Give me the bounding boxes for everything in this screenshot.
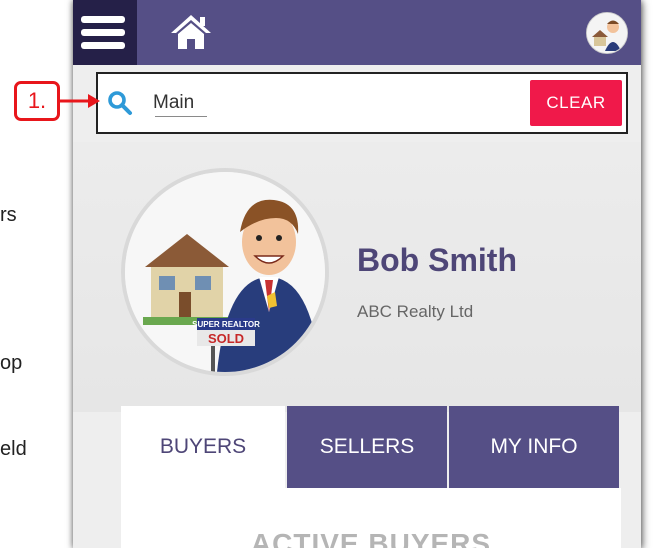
tab-content: ACTIVE BUYERS — [121, 488, 621, 548]
tab-buyers[interactable]: BUYERS — [121, 406, 285, 488]
background-text-fragment: rs — [0, 204, 17, 226]
profile-company: ABC Realty Ltd — [357, 302, 474, 321]
menu-button[interactable] — [73, 0, 137, 65]
search-icon — [108, 91, 132, 115]
hamburger-menu-icon — [81, 16, 125, 23]
annotation-callout: 1. — [14, 81, 60, 121]
section-heading: ACTIVE BUYERS — [250, 528, 492, 548]
home-icon — [171, 15, 211, 49]
top-navigation-bar — [73, 0, 641, 65]
search-input-underline — [155, 116, 207, 117]
annotation-arrow-icon — [58, 94, 100, 108]
profile-name: Bob Smith — [357, 242, 517, 278]
tab-my-info[interactable]: MY INFO — [449, 406, 619, 488]
sign-top-text: SUPER REALTOR — [192, 320, 260, 329]
profile-avatar-icon — [587, 13, 627, 53]
clear-button[interactable]: CLEAR — [530, 80, 622, 126]
search-input[interactable] — [153, 88, 513, 118]
hamburger-menu-icon — [81, 42, 125, 49]
tab-sellers[interactable]: SELLERS — [287, 406, 447, 488]
profile-avatar-button[interactable] — [586, 12, 628, 54]
background-text-fragment: op — [0, 352, 23, 374]
realtor-caricature-image: SUPER REALTOR SOLD — [125, 172, 325, 372]
background-text-fragment: eld — [0, 438, 27, 460]
search-bar: CLEAR — [96, 72, 628, 134]
mobile-app-screen: CLEAR SUPER REALTOR — [73, 0, 641, 548]
home-button[interactable] — [169, 12, 213, 52]
tab-bar: BUYERS SELLERS MY INFO — [121, 406, 621, 488]
profile-photo: SUPER REALTOR SOLD — [121, 168, 329, 376]
hamburger-menu-icon — [81, 29, 125, 36]
sign-sold-text: SOLD — [208, 331, 244, 346]
